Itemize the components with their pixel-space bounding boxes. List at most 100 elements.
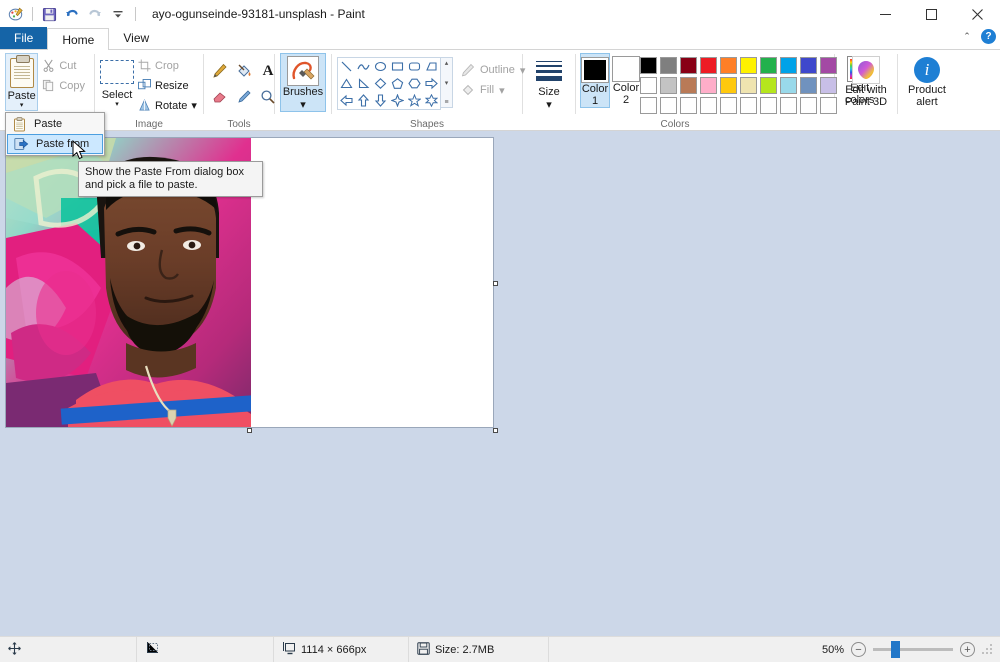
shape-down-arrow[interactable] xyxy=(372,92,389,109)
undo-icon[interactable] xyxy=(62,4,82,24)
brushes-dropdown-arrow[interactable]: ▾ xyxy=(300,98,306,111)
menu-item-paste-from[interactable]: Paste from xyxy=(7,134,103,154)
shapes-scrollbar[interactable]: ▴ ▾ ≡ xyxy=(441,57,453,108)
workspace[interactable] xyxy=(0,131,1000,636)
select-dropdown-arrow[interactable]: ▾ xyxy=(115,101,119,109)
zoom-in-button[interactable]: + xyxy=(960,642,975,657)
maximize-button[interactable] xyxy=(908,0,954,28)
edit-with-paint3d-button[interactable]: Edit with Paint 3D xyxy=(840,53,892,108)
palette-swatch-r2-c6[interactable] xyxy=(740,77,757,94)
shape-up-arrow[interactable] xyxy=(355,92,372,109)
resize-button[interactable]: Resize xyxy=(134,76,201,95)
pencil-tool-icon[interactable] xyxy=(209,59,231,83)
rotate-dropdown-arrow[interactable]: ▾ xyxy=(191,99,197,112)
shape-rectangle[interactable] xyxy=(389,58,406,75)
brushes-button[interactable]: Brushes ▾ xyxy=(280,53,326,112)
paint-app-icon[interactable] xyxy=(6,4,26,24)
palette-swatch-r1-c8[interactable] xyxy=(780,57,797,74)
tab-home[interactable]: Home xyxy=(47,28,110,50)
copy-button[interactable]: Copy xyxy=(38,76,89,95)
shapes-scroll-up-icon[interactable]: ▴ xyxy=(445,59,449,67)
menu-item-paste[interactable]: Paste xyxy=(6,114,104,134)
shape-right-triangle[interactable] xyxy=(423,58,440,75)
shape-left-arrow[interactable] xyxy=(338,92,355,109)
crop-button[interactable]: Crop xyxy=(134,56,201,75)
canvas-handle-bottom[interactable] xyxy=(247,428,252,433)
shape-diamond[interactable] xyxy=(372,75,389,92)
color2-button[interactable]: Color 2 xyxy=(612,53,640,106)
palette-swatch-r3-c7[interactable] xyxy=(760,97,777,114)
collapse-ribbon-icon[interactable]: ⌃ xyxy=(959,31,975,42)
palette-swatch-r3-c6[interactable] xyxy=(740,97,757,114)
eraser-tool-icon[interactable] xyxy=(209,85,231,109)
palette-swatch-r2-c4[interactable] xyxy=(700,77,717,94)
save-icon[interactable] xyxy=(39,4,59,24)
rotate-button[interactable]: Rotate ▾ xyxy=(134,96,201,115)
paste-dropdown-menu[interactable]: Paste Paste from xyxy=(5,112,105,156)
size-dropdown-arrow[interactable]: ▾ xyxy=(546,98,552,111)
shape-right-triangle-2[interactable] xyxy=(355,75,372,92)
palette-swatch-r2-c9[interactable] xyxy=(800,77,817,94)
palette-swatch-r1-c2[interactable] xyxy=(660,57,677,74)
resize-grip-icon[interactable] xyxy=(982,643,994,656)
shape-pentagon[interactable] xyxy=(389,75,406,92)
zoom-out-button[interactable]: − xyxy=(851,642,866,657)
color-picker-tool-icon[interactable] xyxy=(233,85,255,109)
palette-swatch-r2-c8[interactable] xyxy=(780,77,797,94)
color-palette[interactable] xyxy=(640,53,839,116)
fill-dropdown-arrow[interactable]: ▾ xyxy=(499,84,505,97)
paste-button[interactable]: Paste ▾ xyxy=(5,53,39,111)
palette-swatch-r1-c5[interactable] xyxy=(720,57,737,74)
shape-four-point-star[interactable] xyxy=(389,92,406,109)
help-icon[interactable]: ? xyxy=(981,29,996,44)
minimize-button[interactable] xyxy=(862,0,908,28)
palette-swatch-r1-c6[interactable] xyxy=(740,57,757,74)
palette-swatch-r2-c7[interactable] xyxy=(760,77,777,94)
palette-swatch-r2-c2[interactable] xyxy=(660,77,677,94)
select-button[interactable]: Select ▾ xyxy=(100,53,134,109)
zoom-slider-thumb[interactable] xyxy=(891,641,900,658)
palette-swatch-r3-c1[interactable] xyxy=(640,97,657,114)
fill-tool-icon[interactable] xyxy=(233,59,255,83)
palette-swatch-r1-c7[interactable] xyxy=(760,57,777,74)
size-button[interactable]: Size ▾ xyxy=(528,53,570,111)
palette-swatch-r1-c1[interactable] xyxy=(640,57,657,74)
palette-swatch-r3-c4[interactable] xyxy=(700,97,717,114)
shape-curve[interactable] xyxy=(355,58,372,75)
shape-six-point-star[interactable] xyxy=(423,92,440,109)
shape-right-arrow[interactable] xyxy=(423,75,440,92)
canvas-handle-corner[interactable] xyxy=(493,428,498,433)
palette-swatch-r3-c3[interactable] xyxy=(680,97,697,114)
shapes-scroll-more-icon[interactable]: ≡ xyxy=(444,99,448,106)
outline-button[interactable]: Outline ▾ xyxy=(461,63,525,77)
palette-swatch-r3-c2[interactable] xyxy=(660,97,677,114)
shape-line[interactable] xyxy=(338,58,355,75)
fill-button[interactable]: Fill ▾ xyxy=(461,83,525,97)
product-alert-button[interactable]: i Product alert xyxy=(903,53,951,108)
palette-swatch-r3-c5[interactable] xyxy=(720,97,737,114)
redo-icon[interactable] xyxy=(85,4,105,24)
shape-triangle[interactable] xyxy=(338,75,355,92)
shapes-scroll-down-icon[interactable]: ▾ xyxy=(445,79,449,87)
tab-file[interactable]: File xyxy=(0,27,48,49)
canvas-handle-right[interactable] xyxy=(493,281,498,286)
color1-button[interactable]: Color 1 xyxy=(580,53,610,108)
palette-swatch-r2-c1[interactable] xyxy=(640,77,657,94)
close-button[interactable] xyxy=(954,0,1000,28)
customize-qat-icon[interactable] xyxy=(108,4,128,24)
cut-button[interactable]: Cut xyxy=(38,56,89,75)
palette-swatch-r2-c3[interactable] xyxy=(680,77,697,94)
palette-swatch-r1-c3[interactable] xyxy=(680,57,697,74)
zoom-slider-track[interactable] xyxy=(873,641,953,658)
palette-swatch-r2-c5[interactable] xyxy=(720,77,737,94)
shape-rounded-rectangle[interactable] xyxy=(406,58,423,75)
shape-hexagon[interactable] xyxy=(406,75,423,92)
palette-swatch-r3-c9[interactable] xyxy=(800,97,817,114)
shape-oval[interactable] xyxy=(372,58,389,75)
palette-swatch-r1-c9[interactable] xyxy=(800,57,817,74)
shape-five-point-star[interactable] xyxy=(406,92,423,109)
palette-swatch-r3-c8[interactable] xyxy=(780,97,797,114)
tab-view[interactable]: View xyxy=(109,27,163,49)
paste-dropdown-arrow[interactable]: ▾ xyxy=(20,102,24,110)
palette-swatch-r1-c4[interactable] xyxy=(700,57,717,74)
